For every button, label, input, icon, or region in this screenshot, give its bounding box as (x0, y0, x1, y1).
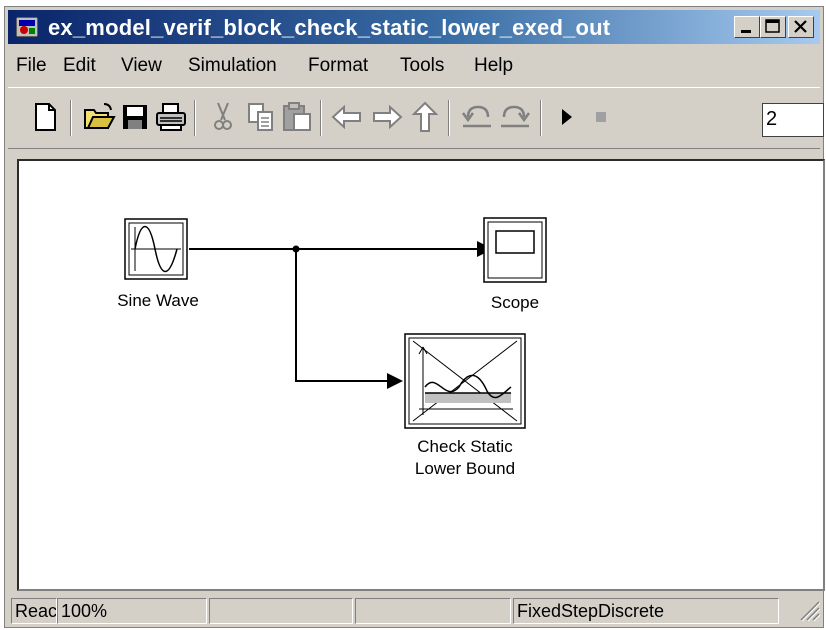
cut-icon (214, 102, 232, 130)
open-folder-icon (84, 103, 116, 129)
redo-button[interactable] (498, 100, 532, 134)
status-state: Reac (11, 598, 57, 624)
status-solver: FixedStepDiscrete (513, 598, 779, 624)
undo-button[interactable] (460, 100, 494, 134)
signal-branch-line[interactable] (295, 249, 403, 389)
close-icon (794, 20, 807, 33)
stop-simulation-button[interactable] (584, 100, 618, 134)
status-field-4 (355, 598, 511, 624)
back-arrow-icon (331, 104, 361, 130)
window-title: ex_model_verif_block_check_static_lower_… (48, 15, 611, 40)
check-static-label-line2: Lower Bound (414, 459, 516, 478)
save-icon (123, 105, 147, 129)
branch-point (292, 245, 300, 253)
new-model-icon (35, 103, 56, 131)
toolbar-separator (194, 100, 196, 136)
up-arrow-icon (411, 101, 439, 132)
menu-tools[interactable]: Tools (400, 55, 444, 77)
stop-simulation-icon (596, 112, 606, 122)
check-static-label-line1: Check Static (417, 437, 513, 456)
toolbar-separator (540, 100, 542, 136)
undo-icon (461, 105, 491, 128)
toolbar-separator (320, 100, 322, 136)
paste-icon (283, 102, 311, 131)
scope-block[interactable] (483, 217, 547, 283)
maximize-icon (765, 19, 780, 33)
minimize-button[interactable] (734, 16, 760, 38)
maximize-button[interactable] (760, 16, 786, 38)
signal-line[interactable] (189, 241, 493, 257)
open-button[interactable] (82, 100, 116, 134)
copy-button[interactable] (244, 100, 278, 134)
block-diagram (124, 217, 547, 429)
copy-icon (248, 103, 273, 131)
resize-grip-icon[interactable] (797, 598, 821, 622)
menu-help[interactable]: Help (474, 55, 513, 77)
toolbar-separator (448, 100, 450, 136)
up-button[interactable] (408, 100, 442, 134)
title-bar[interactable]: ex_model_verif_block_check_static_lower_… (8, 10, 820, 44)
status-field-3 (209, 598, 353, 624)
forward-button[interactable] (370, 100, 404, 134)
paste-button[interactable] (280, 100, 314, 134)
menu-simulation[interactable]: Simulation (188, 55, 277, 77)
redo-icon (501, 105, 531, 128)
toolbar-separator (70, 100, 72, 136)
menu-file[interactable]: File (16, 55, 47, 77)
menu-edit[interactable]: Edit (63, 55, 96, 77)
minimize-icon (741, 30, 751, 33)
menu-view[interactable]: View (121, 55, 162, 77)
cut-button[interactable] (206, 100, 240, 134)
status-bar: Reac 100% FixedStepDiscrete (11, 596, 825, 626)
model-canvas[interactable]: Sine Wave Scope Check Static Lower Bound (17, 159, 825, 591)
status-zoom: 100% (57, 598, 207, 624)
sine-wave-label: Sine Wave (117, 291, 199, 310)
simulink-app-icon[interactable] (16, 17, 38, 37)
menu-bar: File Edit View Simulation Format Tools H… (8, 47, 820, 81)
print-button[interactable] (154, 100, 188, 134)
toolbar: 2 (8, 87, 824, 149)
save-button[interactable] (118, 100, 152, 134)
menu-format[interactable]: Format (308, 55, 368, 77)
forward-arrow-icon (373, 104, 403, 130)
stop-time-input[interactable]: 2 (762, 103, 824, 137)
start-simulation-button[interactable] (548, 100, 582, 134)
start-simulation-icon (562, 109, 572, 125)
print-icon (156, 103, 186, 131)
close-button[interactable] (788, 16, 814, 38)
model-window: ex_model_verif_block_check_static_lower_… (4, 6, 825, 628)
check-static-lower-bound-block[interactable] (404, 333, 526, 429)
scope-label: Scope (490, 293, 540, 312)
sine-wave-block[interactable] (124, 218, 188, 280)
back-button[interactable] (330, 100, 364, 134)
new-model-button[interactable] (28, 100, 62, 134)
